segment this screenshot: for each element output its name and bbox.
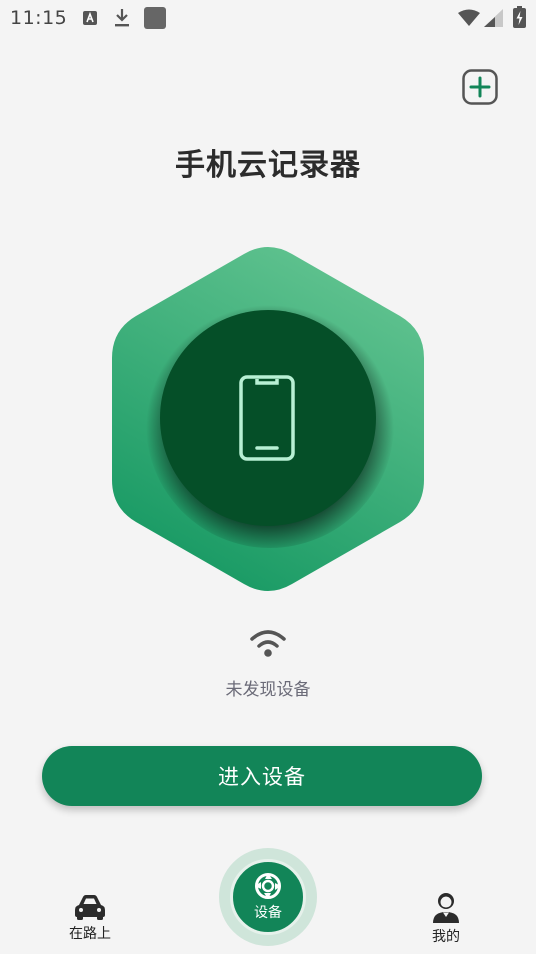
nav-item-device[interactable]: 设备 bbox=[219, 848, 317, 946]
square-notification-icon bbox=[144, 7, 166, 29]
device-status-graphic bbox=[112, 247, 424, 591]
wifi-signal-icon bbox=[458, 9, 480, 26]
device-circle bbox=[160, 310, 376, 526]
nav-label-mine: 我的 bbox=[432, 929, 460, 945]
status-bar: 11:15 bbox=[0, 0, 536, 36]
add-device-button[interactable] bbox=[462, 69, 498, 105]
status-time: 11:15 bbox=[10, 7, 68, 29]
battery-charging-icon bbox=[513, 6, 526, 28]
device-center-button[interactable]: 设备 bbox=[230, 859, 306, 935]
device-hub-icon bbox=[255, 873, 281, 899]
user-icon bbox=[433, 893, 459, 923]
nav-item-mine[interactable]: 我的 bbox=[416, 891, 476, 946]
nav-label-device: 设备 bbox=[254, 905, 282, 921]
device-status-text: 未发现设备 bbox=[225, 680, 311, 700]
car-icon bbox=[75, 895, 105, 920]
enter-device-button[interactable]: 进入设备 bbox=[42, 746, 482, 806]
nav-label-on-road: 在路上 bbox=[69, 926, 111, 942]
nav-item-on-road[interactable]: 在路上 bbox=[60, 894, 120, 943]
download-icon bbox=[115, 9, 129, 27]
keyboard-a-icon bbox=[83, 11, 97, 25]
wifi-icon bbox=[250, 630, 286, 657]
cell-signal-icon bbox=[484, 9, 503, 27]
page-title: 手机云记录器 bbox=[175, 148, 361, 183]
